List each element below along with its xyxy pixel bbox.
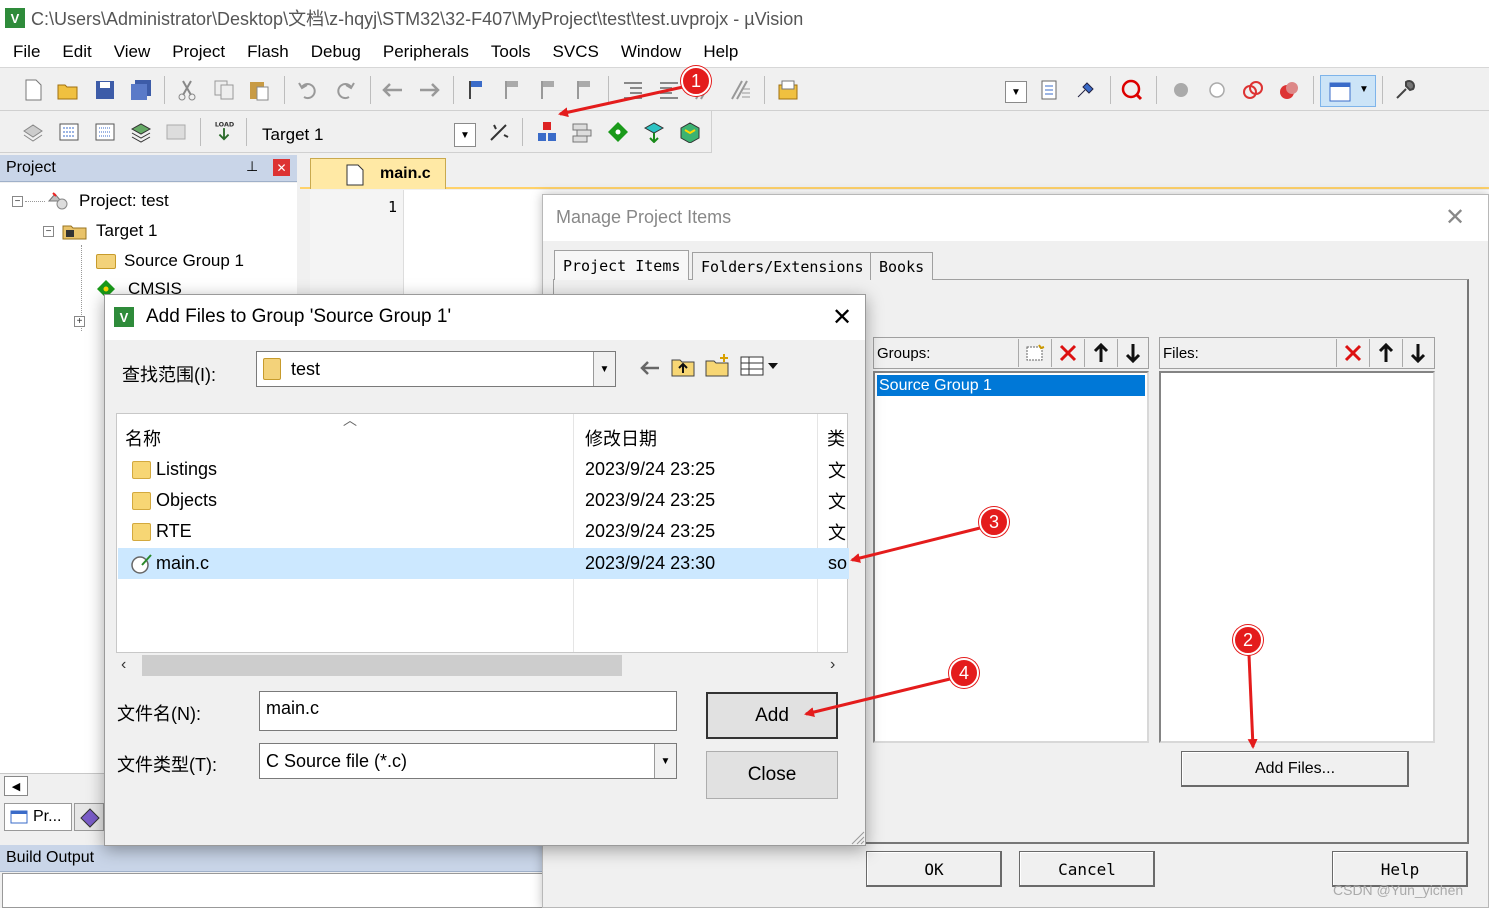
annotation-arrow-2 [1247,654,1258,749]
annotation-badge-1: 1 [681,66,711,96]
annotation-badge-4: 4 [949,658,979,688]
annotation-arrow-1 [558,85,684,118]
annotation-arrow-4 [804,677,951,717]
annotation-badge-2: 2 [1233,625,1263,655]
annotation-badge-3: 3 [979,507,1009,537]
watermark: CSDN @Yun_yichen [1333,882,1464,898]
annotation-arrows [558,85,1258,749]
annotation-arrow-3 [850,526,981,563]
